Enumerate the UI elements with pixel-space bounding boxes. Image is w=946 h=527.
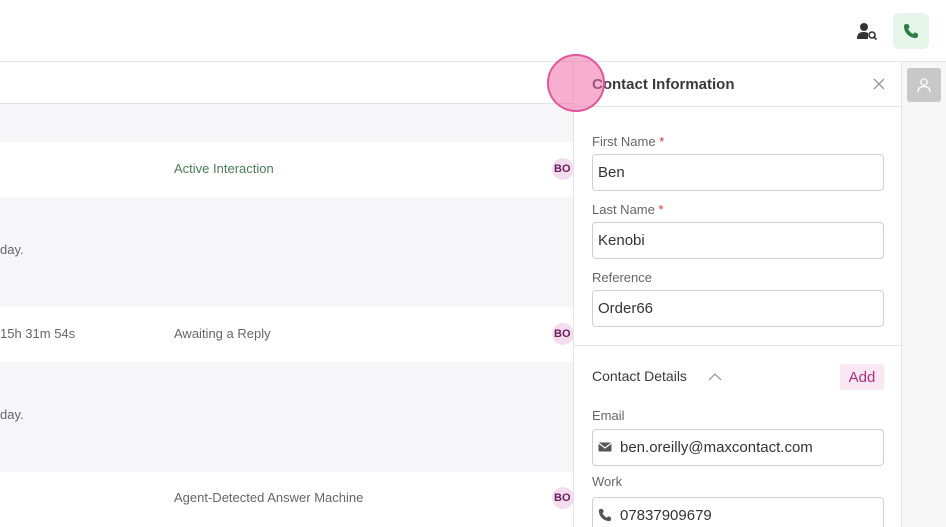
phone-icon: [598, 508, 614, 524]
required-marker: *: [658, 202, 664, 217]
contact-search-button[interactable]: [849, 13, 885, 49]
first-name-field[interactable]: Ben: [592, 154, 884, 191]
row-detail-text: day.: [0, 242, 24, 257]
phone-button[interactable]: [893, 13, 929, 49]
right-sidebar: [902, 62, 946, 527]
click-indicator: [547, 54, 605, 112]
row-status: Awaiting a Reply: [174, 326, 271, 341]
email-field[interactable]: ben.oreilly@maxcontact.com: [592, 429, 884, 466]
chevron-up-icon: [708, 373, 722, 381]
row-status: Agent-Detected Answer Machine: [174, 490, 364, 505]
section-divider: [574, 345, 901, 346]
work-phone-value: 07837909679: [620, 507, 712, 524]
email-label: Email: [592, 408, 625, 423]
contact-search-icon: [857, 23, 877, 40]
row-detail-text: day.: [0, 407, 24, 422]
table-row[interactable]: 15h 31m 54s Awaiting a Reply BO: [0, 307, 573, 362]
row-status: Active Interaction: [174, 161, 274, 176]
close-icon: [873, 78, 885, 90]
contact-panel-toggle[interactable]: [907, 68, 941, 102]
reference-value: Order66: [598, 300, 654, 317]
close-button[interactable]: [871, 78, 887, 94]
contact-information-panel: Contact Information First Name * Ben Las…: [573, 62, 902, 527]
reference-field[interactable]: Order66: [592, 290, 884, 327]
last-name-value: Kenobi: [598, 232, 645, 249]
agent-badge: BO: [552, 487, 573, 509]
last-name-field[interactable]: Kenobi: [592, 222, 884, 259]
table-row[interactable]: Active Interaction BO: [0, 142, 573, 197]
work-phone-field[interactable]: 07837909679: [592, 497, 884, 527]
agent-badge: BO: [552, 158, 573, 180]
interaction-list: Active Interaction BO day. 15h 31m 54s A…: [0, 62, 573, 527]
phone-icon: [904, 24, 918, 38]
user-avatar-icon: [917, 78, 931, 93]
contact-details-title: Contact Details: [592, 368, 687, 384]
first-name-label: First Name *: [592, 134, 665, 149]
table-row[interactable]: Agent-Detected Answer Machine BO: [0, 472, 573, 527]
collapse-toggle[interactable]: [706, 368, 724, 386]
email-value: ben.oreilly@maxcontact.com: [620, 439, 813, 456]
table-row-detail[interactable]: day.: [0, 362, 573, 472]
panel-title: Contact Information: [592, 76, 735, 93]
panel-header-divider: [574, 106, 901, 107]
agent-badge: BO: [552, 323, 573, 345]
first-name-value: Ben: [598, 164, 625, 181]
row-duration: 15h 31m 54s: [0, 326, 76, 341]
top-bar: [0, 0, 946, 62]
required-marker: *: [659, 134, 665, 149]
envelope-icon: [598, 440, 614, 456]
last-name-label: Last Name *: [592, 202, 664, 217]
list-group-band: [0, 104, 573, 142]
reference-label: Reference: [592, 270, 652, 285]
add-contact-detail-button[interactable]: Add: [840, 364, 884, 390]
work-label: Work: [592, 474, 623, 489]
list-header: [0, 62, 573, 104]
table-row-detail[interactable]: day.: [0, 197, 573, 307]
